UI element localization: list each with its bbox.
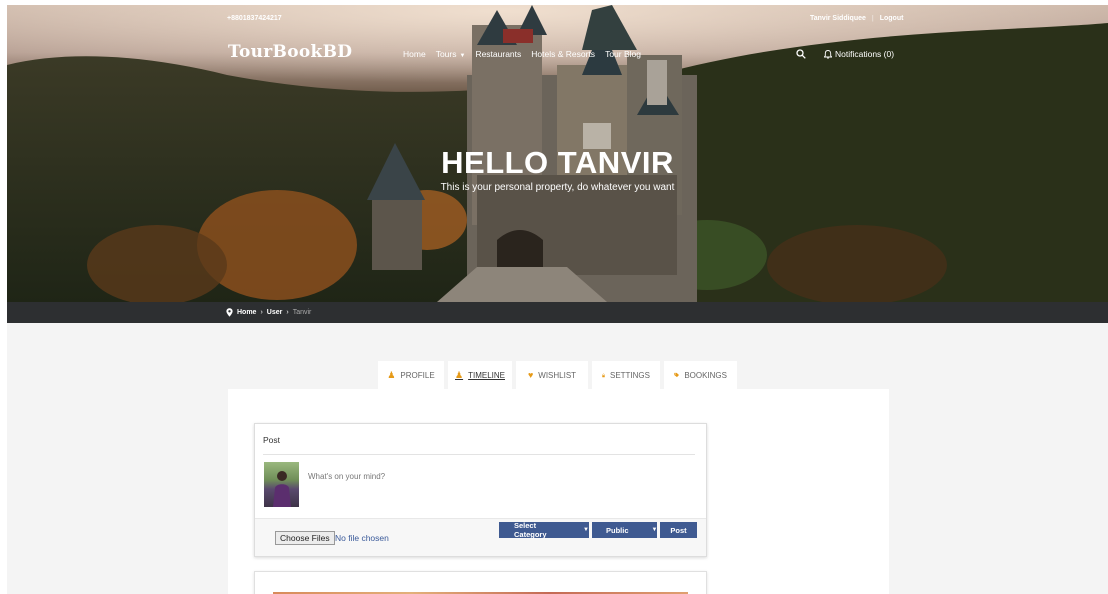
tab-bookings[interactable]: BOOKINGS bbox=[664, 361, 737, 389]
chevron-down-icon: ▼ bbox=[583, 527, 589, 533]
tab-label: BOOKINGS bbox=[684, 370, 727, 380]
breadcrumb-home[interactable]: Home bbox=[237, 309, 256, 316]
map-pin-icon bbox=[226, 308, 233, 317]
post-submit-button[interactable]: Post bbox=[660, 522, 697, 538]
file-status: No file chosen bbox=[335, 533, 389, 543]
profile-tabs: ♟ PROFILE ♟ TIMELINE ♥ WISHLIST SETTINGS… bbox=[378, 361, 737, 389]
chevron-down-icon: ▼ bbox=[651, 527, 658, 533]
divider: | bbox=[871, 15, 874, 22]
logout-link[interactable]: Logout bbox=[880, 15, 904, 22]
breadcrumb-separator: › bbox=[286, 309, 289, 316]
avatar bbox=[264, 462, 299, 507]
category-select[interactable]: Select Category ▼ bbox=[499, 521, 589, 539]
privacy-select-label: Public bbox=[606, 525, 629, 535]
post-text-input[interactable]: What's on your mind? bbox=[308, 472, 385, 481]
timeline-post-card bbox=[254, 571, 707, 594]
nav-item-home[interactable]: Home bbox=[403, 49, 426, 59]
topbar-user-menu: Tanvir Siddiquee | Logout bbox=[810, 15, 903, 22]
topbar-phone: +8801837424217 bbox=[227, 15, 282, 22]
bell-icon bbox=[824, 49, 832, 59]
user-photo bbox=[273, 471, 291, 507]
breadcrumb: Home › User › Tanvir bbox=[7, 302, 1108, 323]
category-select-label: Select Category bbox=[514, 521, 547, 539]
breadcrumb-separator: › bbox=[260, 309, 263, 316]
nav-item-tours-label: Tours bbox=[435, 49, 457, 59]
tab-label: WISHLIST bbox=[538, 370, 577, 380]
choose-files-button[interactable]: Choose Files bbox=[275, 531, 335, 545]
chevron-down-icon: ▼ bbox=[459, 53, 466, 59]
user-icon: ♟ bbox=[387, 369, 396, 380]
tab-profile[interactable]: ♟ PROFILE bbox=[378, 361, 444, 389]
site-logo[interactable]: TourBookBD bbox=[228, 42, 352, 62]
user-icon: ♟ bbox=[455, 369, 464, 380]
tab-label: TIMELINE bbox=[468, 370, 505, 380]
tab-label: SETTINGS bbox=[609, 370, 650, 380]
breadcrumb-user[interactable]: User bbox=[267, 309, 283, 316]
notifications-link[interactable]: Notifications (0) bbox=[824, 49, 894, 59]
user-name-link[interactable]: Tanvir Siddiquee bbox=[810, 15, 866, 22]
phone-number: +8801837424217 bbox=[227, 15, 282, 22]
hero-subtitle: This is your personal property, do whate… bbox=[440, 182, 675, 193]
search-icon[interactable] bbox=[796, 49, 806, 59]
tab-timeline[interactable]: ♟ TIMELINE bbox=[448, 361, 512, 389]
privacy-select[interactable]: Public ▼ bbox=[592, 522, 657, 538]
nav-item-restaurants[interactable]: Restaurants bbox=[475, 49, 521, 59]
nav-item-tour-blog[interactable]: Tour Blog bbox=[605, 49, 641, 59]
hero-title: HELLO TANVIR bbox=[441, 145, 674, 180]
nav-item-hotels-resorts[interactable]: Hotels & Resorts bbox=[531, 49, 595, 59]
divider bbox=[263, 454, 695, 455]
tab-wishlist[interactable]: ♥ WISHLIST bbox=[516, 361, 588, 389]
create-post-card: Post What's on your mind? Choose Files N… bbox=[254, 423, 707, 557]
tab-label: PROFILE bbox=[400, 370, 435, 380]
main-nav: Home Tours ▼ Restaurants Hotels & Resorts… bbox=[403, 49, 641, 59]
tag-icon bbox=[674, 372, 680, 378]
hero-banner: +8801837424217 Tanvir Siddiquee | Logout… bbox=[7, 5, 1108, 302]
tab-settings[interactable]: SETTINGS bbox=[592, 361, 660, 389]
nav-item-tours[interactable]: Tours ▼ bbox=[436, 49, 466, 59]
notifications-label: Notifications (0) bbox=[835, 49, 895, 59]
breadcrumb-current: Tanvir bbox=[292, 309, 312, 316]
post-card-heading: Post bbox=[263, 435, 281, 445]
lock-icon bbox=[602, 373, 605, 377]
heart-icon: ♥ bbox=[527, 370, 534, 380]
